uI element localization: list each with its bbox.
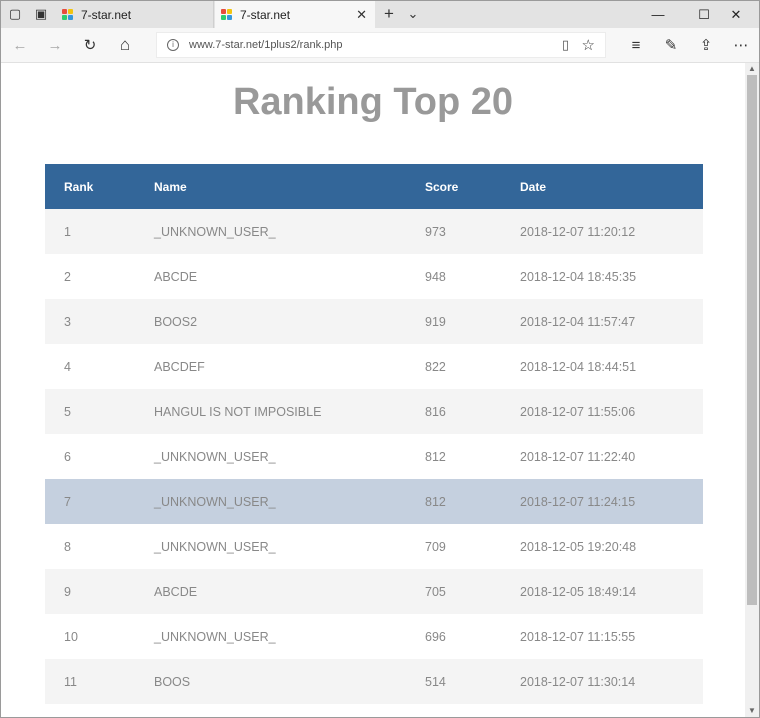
set-tabs-aside-icon[interactable]: ▣ [31,5,51,23]
table-row: 6 _UNKNOWN_USER_ 812 2018-12-07 11:22:40 [45,434,703,479]
cell-name: _UNKNOWN_USER_ [154,524,425,569]
cell-rank: 10 [45,614,154,659]
reading-view-icon[interactable]: ▯ [562,37,569,53]
cell-score: 812 [425,434,520,479]
cell-rank: 3 [45,299,154,344]
share-icon[interactable]: ⇪ [693,34,719,56]
tab-list-chevron-down-icon[interactable]: ⌄ [403,5,423,23]
cell-name: BOOS2 [154,299,425,344]
tab-2-title: 7-star.net [240,7,291,22]
cell-date: 2018-12-04 18:45:35 [520,254,703,299]
cell-date: 2018-12-04 18:44:51 [520,344,703,389]
cell-score: 705 [425,569,520,614]
table-row: 9 ABCDE 705 2018-12-05 18:49:14 [45,569,703,614]
cell-name: _UNKNOWN_USER_ [154,479,425,524]
cell-score: 709 [425,524,520,569]
tabs-aside-icon[interactable]: ▢ [5,5,25,23]
table-row: 8 _UNKNOWN_USER_ 709 2018-12-05 19:20:48 [45,524,703,569]
cell-date: 2018-12-05 18:49:14 [520,569,703,614]
column-header-rank: Rank [45,164,154,209]
more-menu-icon[interactable]: ⋯ [728,34,754,56]
cell-date: 2018-12-07 11:24:15 [520,479,703,524]
cell-rank: 6 [45,434,154,479]
cell-date: 2018-12-07 11:20:12 [520,209,703,254]
cell-name: _UNKNOWN_USER_ [154,434,425,479]
column-header-score: Score [425,164,520,209]
table-row: 3 BOOS2 919 2018-12-04 11:57:47 [45,299,703,344]
cell-date: 2018-12-07 11:55:06 [520,389,703,434]
scroll-up-arrow-icon[interactable]: ▲ [745,63,759,75]
ranking-table: Rank Name Score Date 1 _UNKNOWN_USER_ 973 2… [45,164,703,704]
cell-date: 2018-12-05 19:20:48 [520,524,703,569]
tab-1-title: 7-star.net [81,7,132,22]
scroll-down-arrow-icon[interactable]: ▼ [745,705,759,717]
web-note-pen-icon[interactable]: ✎ [658,34,684,56]
cell-rank: 8 [45,524,154,569]
back-arrow-icon[interactable]: ← [7,34,33,56]
address-bar[interactable]: i www.7-star.net/1plus2/rank.php ▯ ☆ [156,32,606,58]
cell-score: 816 [425,389,520,434]
table-header-row: Rank Name Score Date [45,164,703,209]
table-row: 4 ABCDEF 822 2018-12-04 18:44:51 [45,344,703,389]
column-header-name: Name [154,164,425,209]
cell-score: 948 [425,254,520,299]
site-info-icon[interactable]: i [167,39,179,51]
minimize-icon[interactable]: — [635,1,681,28]
cell-score: 812 [425,479,520,524]
forward-arrow-icon[interactable]: → [42,34,68,56]
table-row: 10 _UNKNOWN_USER_ 696 2018-12-07 11:15:55 [45,614,703,659]
cell-rank: 1 [45,209,154,254]
cell-score: 514 [425,659,520,704]
new-tab-icon[interactable]: + [379,4,399,23]
navigation-bar: ← → ↻ ⌂ i www.7-star.net/1plus2/rank.php… [1,28,759,63]
site-favicon-icon [62,8,74,21]
cell-date: 2018-12-07 11:22:40 [520,434,703,479]
close-window-icon[interactable]: ✕ [713,1,759,28]
cell-name: BOOS [154,659,425,704]
page-title: Ranking Top 20 [232,81,514,123]
column-header-date: Date [520,164,703,209]
tab-bar: ▢ ▣ 7-star.net 7-star.net ✕ + ⌄ — ☐ ✕ [1,1,759,28]
cell-name: ABCDEF [154,344,425,389]
cell-rank: 11 [45,659,154,704]
url-text[interactable]: www.7-star.net/1plus2/rank.php [189,39,342,51]
browser-window: ▢ ▣ 7-star.net 7-star.net ✕ + ⌄ — ☐ ✕ ← … [0,0,760,718]
cell-rank: 2 [45,254,154,299]
home-icon[interactable]: ⌂ [112,34,138,56]
favorites-list-icon[interactable]: ≡ [623,34,649,56]
table-row: 7 _UNKNOWN_USER_ 812 2018-12-07 11:24:15 [45,479,703,524]
cell-score: 696 [425,614,520,659]
page-content: Ranking Top 20 Rank Name Score Date 1 _UN… [1,63,745,717]
cell-rank: 9 [45,569,154,614]
site-favicon-icon [221,8,233,21]
cell-score: 973 [425,209,520,254]
cell-score: 919 [425,299,520,344]
cell-date: 2018-12-07 11:15:55 [520,614,703,659]
favorite-star-icon[interactable]: ☆ [582,36,595,54]
cell-date: 2018-12-07 11:30:14 [520,659,703,704]
cell-rank: 4 [45,344,154,389]
cell-name: ABCDE [154,254,425,299]
vertical-scrollbar[interactable]: ▲ ▼ [745,63,759,717]
table-row: 5 HANGUL IS NOT IMPOSIBLE 816 2018-12-07 11… [45,389,703,434]
cell-name: _UNKNOWN_USER_ [154,614,425,659]
table-row: 1 _UNKNOWN_USER_ 973 2018-12-07 11:20:12 [45,209,703,254]
cell-score: 822 [425,344,520,389]
scrollbar-thumb[interactable] [747,75,757,605]
cell-name: _UNKNOWN_USER_ [154,209,425,254]
cell-rank: 7 [45,479,154,524]
cell-rank: 5 [45,389,154,434]
tab-close-icon[interactable]: ✕ [356,7,367,23]
cell-date: 2018-12-04 11:57:47 [520,299,703,344]
table-row: 11 BOOS 514 2018-12-07 11:30:14 [45,659,703,704]
refresh-icon[interactable]: ↻ [77,34,103,56]
cell-name: HANGUL IS NOT IMPOSIBLE [154,389,425,434]
tab-2[interactable]: 7-star.net ✕ [215,1,375,28]
table-row: 2 ABCDE 948 2018-12-04 18:45:35 [45,254,703,299]
tab-1[interactable]: 7-star.net [56,1,214,28]
cell-name: ABCDE [154,569,425,614]
